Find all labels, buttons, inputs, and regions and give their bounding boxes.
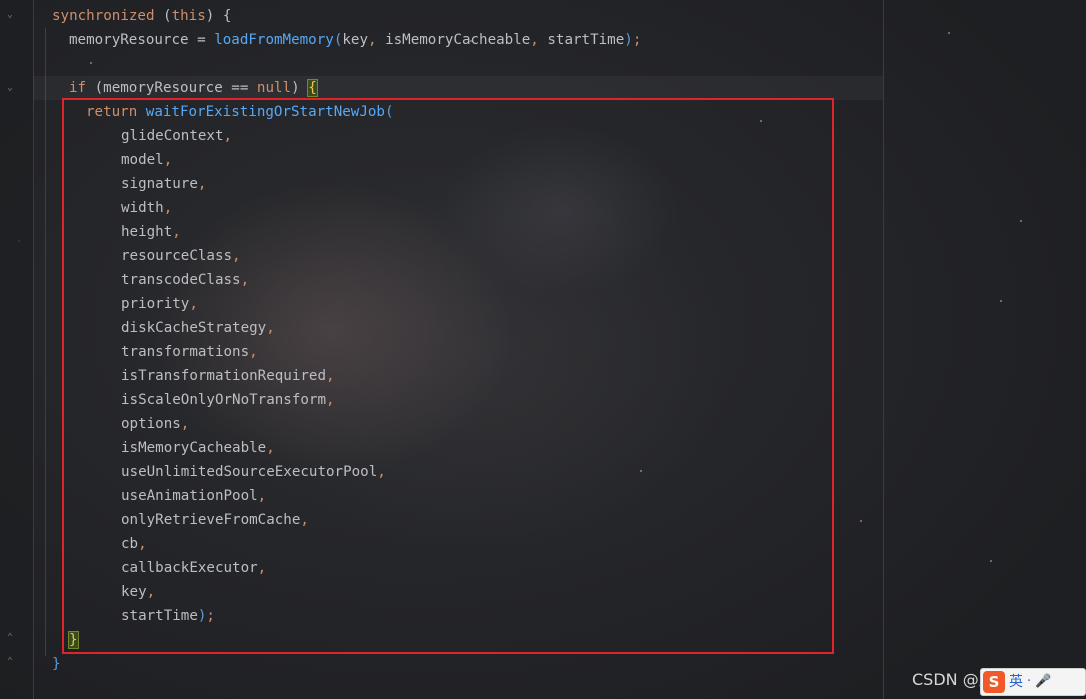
code-token: null [256,80,292,96]
code-token: ) [291,80,309,96]
ime-toolbar[interactable]: S 英 · 🎤 [980,668,1086,696]
code-token: { [222,8,232,24]
code-token: loadFromMemory [214,32,334,48]
sogou-logo-icon[interactable]: S [983,671,1005,693]
microphone-icon[interactable]: 🎤 [1035,671,1051,693]
code-token: synchronized [52,8,164,24]
code-token: , [530,32,548,48]
code-line-sync-close[interactable]: } [52,652,61,676]
code-line-if[interactable]: if (memoryResource == null) { [69,76,318,100]
fold-marker-icon[interactable]: ⌄ [5,82,15,93]
code-token: key [342,32,368,48]
code-token: , [367,32,386,48]
ime-punct-toggle[interactable]: · [1027,671,1031,693]
code-token: ; [632,32,642,48]
code-line-assign[interactable]: memoryResource = loadFromMemory(key, isM… [69,28,641,52]
code-token: memoryResource = [69,32,215,48]
selection-highlight-box [62,98,834,654]
code-token: memoryResource == [103,80,257,96]
fold-marker-icon[interactable]: ⌄ [5,9,15,20]
code-token: this [171,8,206,24]
ime-mode-toggle[interactable]: 英 [1009,671,1023,693]
editor-gutter[interactable]: ⌄ ⌄ ⌃ ⌃ [0,0,34,699]
code-editor[interactable]: ⌄ ⌄ ⌃ ⌃ synchronized (this) {memoryResou… [0,0,1086,699]
code-token: ( [94,80,104,96]
code-token: } [52,656,61,672]
indent-guide [45,28,46,656]
code-token: ) [205,8,223,24]
code-token: { [307,79,318,97]
code-token: ) [624,32,633,48]
fold-end-icon[interactable]: ⌃ [5,656,15,667]
code-token: if [69,80,95,96]
code-line-sync[interactable]: synchronized (this) { [52,4,231,28]
fold-end-icon[interactable]: ⌃ [5,632,15,643]
code-token: ( [163,8,172,24]
code-token: startTime [547,32,625,48]
code-token: isMemoryCacheable [385,32,531,48]
right-margin-guide [883,0,884,699]
